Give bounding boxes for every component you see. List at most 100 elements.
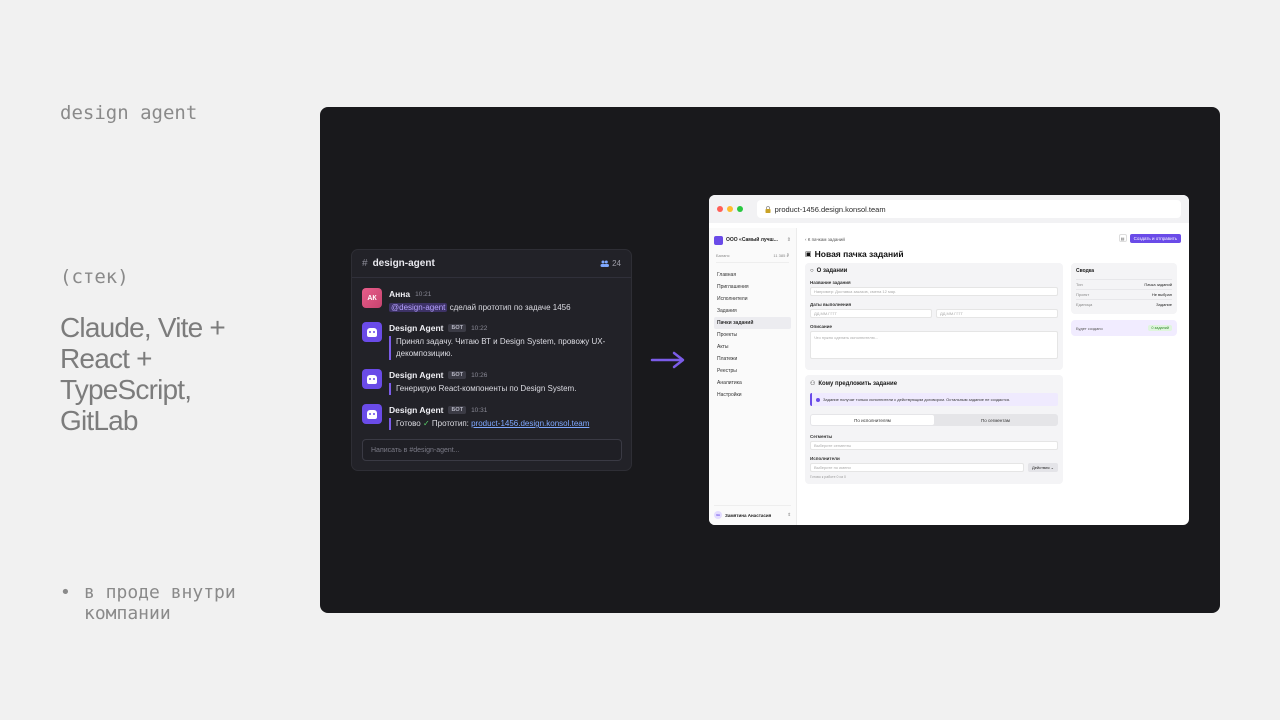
user-menu[interactable]: ЗА Замятина Анастасия ⇕ — [714, 505, 791, 519]
address-bar[interactable]: product-1456.design.konsol.team — [756, 200, 1181, 218]
message-input[interactable]: Написать в #design-agent... — [362, 439, 622, 461]
bot-avatar-icon[interactable] — [362, 369, 382, 389]
tab-by-executors[interactable]: По исполнителям — [811, 415, 934, 425]
summary-value: Пачка заданий — [1144, 282, 1172, 287]
page-title-text: Новая пачка заданий — [814, 249, 904, 259]
app-shell: ООО «Самый лучш... ⇕ Баланс 11 385 ₽ Гла… — [709, 228, 1189, 525]
balance: Баланс 11 385 ₽ — [716, 253, 789, 263]
balance-label: Баланс — [716, 253, 730, 258]
info-icon: ○ — [810, 268, 814, 274]
avatar: ЗА — [714, 511, 722, 519]
stack-line: Claude, Vite + — [60, 312, 226, 343]
executors-row: Выберите по имени Действия ⌄ — [810, 463, 1058, 475]
members-count-value: 24 — [612, 259, 621, 268]
bot-badge: БОТ — [448, 324, 467, 332]
sidebar-item-task-batches[interactable]: Пачки заданий — [714, 317, 791, 329]
message-author[interactable]: Анна — [389, 289, 410, 299]
sidebar-item-projects[interactable]: Проекты — [714, 329, 791, 341]
message-author[interactable]: Design Agent — [389, 370, 443, 380]
stack-label: (стек) — [60, 266, 129, 288]
info-notice: Задание получат только исполнители с дей… — [810, 393, 1058, 406]
sidebar-item-acts[interactable]: Акты — [714, 341, 791, 353]
maximize-window-icon[interactable] — [736, 206, 743, 212]
url-text: product-1456.design.konsol.team — [774, 204, 886, 214]
tab-by-segments[interactable]: По сегментам — [934, 415, 1057, 425]
bot-avatar-icon[interactable] — [362, 322, 382, 342]
task-name-input[interactable]: Например: Доставка заказов, смена 12 мар… — [810, 287, 1058, 296]
users-icon: ⚇ — [810, 381, 816, 387]
bot-badge: БОТ — [448, 371, 467, 379]
message-text: Готово ✓ Прототип: product-1456.design.k… — [389, 418, 611, 430]
channel-name[interactable]: design-agent — [373, 258, 435, 269]
segments-select[interactable]: Выберите сегменты — [810, 441, 1058, 450]
card-title-text: Кому предложить задание — [818, 380, 898, 387]
message-author[interactable]: Design Agent — [389, 323, 443, 333]
sidebar-item-payments[interactable]: Платежи — [714, 353, 791, 365]
sidebar-item-settings[interactable]: Настройки — [714, 389, 791, 401]
chevron-updown-icon: ⇕ — [787, 512, 791, 517]
date-from-input[interactable]: ДД.ММ.ГГГГ — [810, 309, 932, 318]
offer-card: ⚇ Кому предложить задание Задание получа… — [805, 375, 1063, 484]
chat-message: Design Agent БОТ 10:26 Генерирую React-к… — [362, 369, 611, 395]
sidebar-item-executors[interactable]: Исполнители — [714, 293, 791, 305]
document-icon[interactable]: ▤ — [1118, 234, 1127, 242]
summary-key: Единица — [1076, 302, 1093, 307]
bullet-text-line: компании — [84, 603, 171, 624]
summary-row: Проект Не выбран — [1076, 289, 1172, 299]
minimize-window-icon[interactable] — [726, 206, 733, 212]
app-sidebar: ООО «Самый лучш... ⇕ Баланс 11 385 ₽ Гла… — [709, 228, 797, 525]
message-author[interactable]: Design Agent — [389, 405, 443, 415]
bullet-text-line: в проде внутри — [84, 582, 236, 603]
members-icon — [600, 260, 610, 267]
bot-avatar-icon[interactable] — [362, 404, 382, 424]
summary-key: Тип — [1076, 282, 1083, 287]
org-logo-icon — [714, 235, 723, 245]
browser-window: product-1456.design.konsol.team ООО «Сам… — [709, 195, 1189, 525]
message-text-part: сделай прототип по задаче 1456 — [447, 303, 571, 312]
prototype-link[interactable]: product-1456.design.konsol.team — [471, 419, 589, 428]
field-label: Описание — [810, 324, 833, 329]
chat-message: Design Agent БОТ 10:22 Принял задачу. Чи… — [362, 322, 611, 360]
members-count[interactable]: 24 — [600, 259, 621, 268]
document-icon: ▣ — [805, 251, 812, 258]
sidebar-item-analytics[interactable]: Аналитика — [714, 377, 791, 389]
sidebar-item-tasks[interactable]: Задания — [714, 305, 791, 317]
slide-tag: design agent — [60, 102, 198, 124]
summary-row: Единица Задание — [1076, 299, 1172, 309]
stack-line: React + — [60, 343, 152, 374]
description-textarea[interactable]: Что нужно сделать исполнителю... — [810, 331, 1058, 359]
field-label: Сегменты — [810, 434, 833, 439]
arrow-right-icon — [650, 351, 685, 369]
sidebar-item-registries[interactable]: Реестры — [714, 365, 791, 377]
close-window-icon[interactable] — [717, 206, 723, 212]
stack-line: TypeScript, — [60, 374, 192, 405]
executors-select[interactable]: Выберите по имени — [810, 463, 1024, 472]
balance-value: 11 385 ₽ — [773, 253, 789, 258]
chat-message: АК Анна 10:21 @design-agent сделай прото… — [362, 288, 571, 314]
page-title: ▣ Новая пачка заданий — [805, 249, 1181, 259]
actions-button[interactable]: Действия ⌄ — [1028, 463, 1058, 472]
ready-hint: Готово к работе 0 из 0 — [810, 475, 846, 479]
will-create-badge: 0 заданий — [1148, 325, 1172, 331]
create-and-send-button[interactable]: Создать и отправить — [1129, 234, 1181, 243]
avatar[interactable]: АК — [362, 288, 382, 308]
sidebar-item-home[interactable]: Главная — [714, 269, 791, 281]
chat-window: # design-agent 24 АК Анна 10:21 @design-… — [351, 249, 632, 471]
mention[interactable]: @design-agent — [389, 303, 448, 312]
chat-header: # design-agent 24 — [352, 250, 631, 278]
date-to-input[interactable]: ДД.ММ.ГГГГ — [936, 309, 1058, 318]
browser-toolbar: product-1456.design.konsol.team — [709, 195, 1189, 223]
showcase-stage: # design-agent 24 АК Анна 10:21 @design-… — [320, 107, 1220, 613]
message-text-part: Готово — [396, 419, 423, 428]
lock-icon — [765, 205, 771, 213]
org-switcher[interactable]: ООО «Самый лучш... ⇕ — [714, 234, 791, 246]
form-column: ○ О задании Название задания Например: Д… — [805, 263, 1063, 489]
sidebar-item-invitations[interactable]: Приглашения — [714, 281, 791, 293]
bullet-note: • в проде внутри компании — [60, 582, 300, 624]
hash-icon: # — [362, 258, 368, 269]
summary-title: Сводка — [1076, 268, 1095, 274]
summary-value: Задание — [1156, 302, 1172, 307]
summary-row: Тип Пачка заданий — [1076, 279, 1172, 289]
bullet-text: в проде внутри компании — [84, 582, 236, 624]
summary-card: Сводка Тип Пачка заданий Проект Не выбран … — [1071, 263, 1177, 314]
